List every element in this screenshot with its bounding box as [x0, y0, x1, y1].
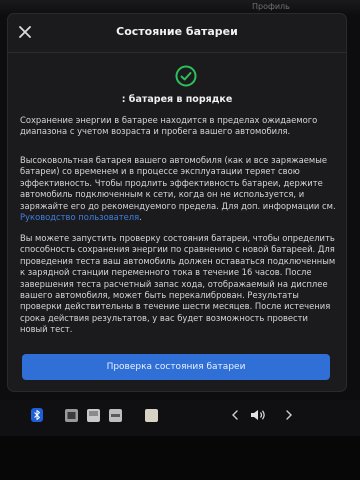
paragraph-health-test: Вы можете запустить проверку состояния б…: [20, 233, 336, 335]
paragraph-battery-care: Высоковольтная батарея вашего автомобиля…: [20, 155, 336, 223]
screen-bezel: [0, 436, 360, 480]
app-button-2[interactable]: [108, 408, 122, 422]
profile-label: Профиль: [252, 2, 290, 11]
volume-down-button[interactable]: [228, 408, 242, 422]
user-manual-link[interactable]: Руководство пользователя: [20, 212, 139, 222]
app-button-1[interactable]: [86, 408, 100, 422]
check-circle-icon: [175, 65, 197, 87]
battery-status-text: : батарея в порядке: [121, 94, 233, 105]
app-icon: [144, 408, 158, 422]
chevron-right-icon: [286, 410, 292, 420]
dialog-title: Состояние батареи: [116, 25, 238, 38]
battery-care-text: Высоковольтная батарея вашего автомобиля…: [20, 155, 336, 211]
taskbar: [0, 400, 360, 436]
bluetooth-button[interactable]: [30, 408, 44, 422]
volume-button[interactable]: [248, 408, 268, 422]
paragraph-energy-retention: Сохранение энергии в батарее находится в…: [20, 115, 318, 137]
dialog-header: Состояние батареи: [8, 14, 346, 53]
battery-health-test-button[interactable]: Проверка состояния батареи: [22, 354, 330, 380]
app-icon: [108, 408, 122, 422]
app-button-3[interactable]: [144, 408, 158, 422]
battery-care-end: .: [139, 212, 142, 223]
bluetooth-icon: [31, 408, 43, 422]
app-icon: [86, 408, 100, 422]
volume-up-button[interactable]: [282, 408, 296, 422]
media-icon: [64, 408, 78, 422]
media-button[interactable]: [64, 408, 78, 422]
chevron-left-icon: [232, 410, 238, 420]
volume-icon: [251, 410, 265, 420]
battery-status-dialog: Состояние батареи : батарея в порядке Со…: [8, 14, 346, 391]
